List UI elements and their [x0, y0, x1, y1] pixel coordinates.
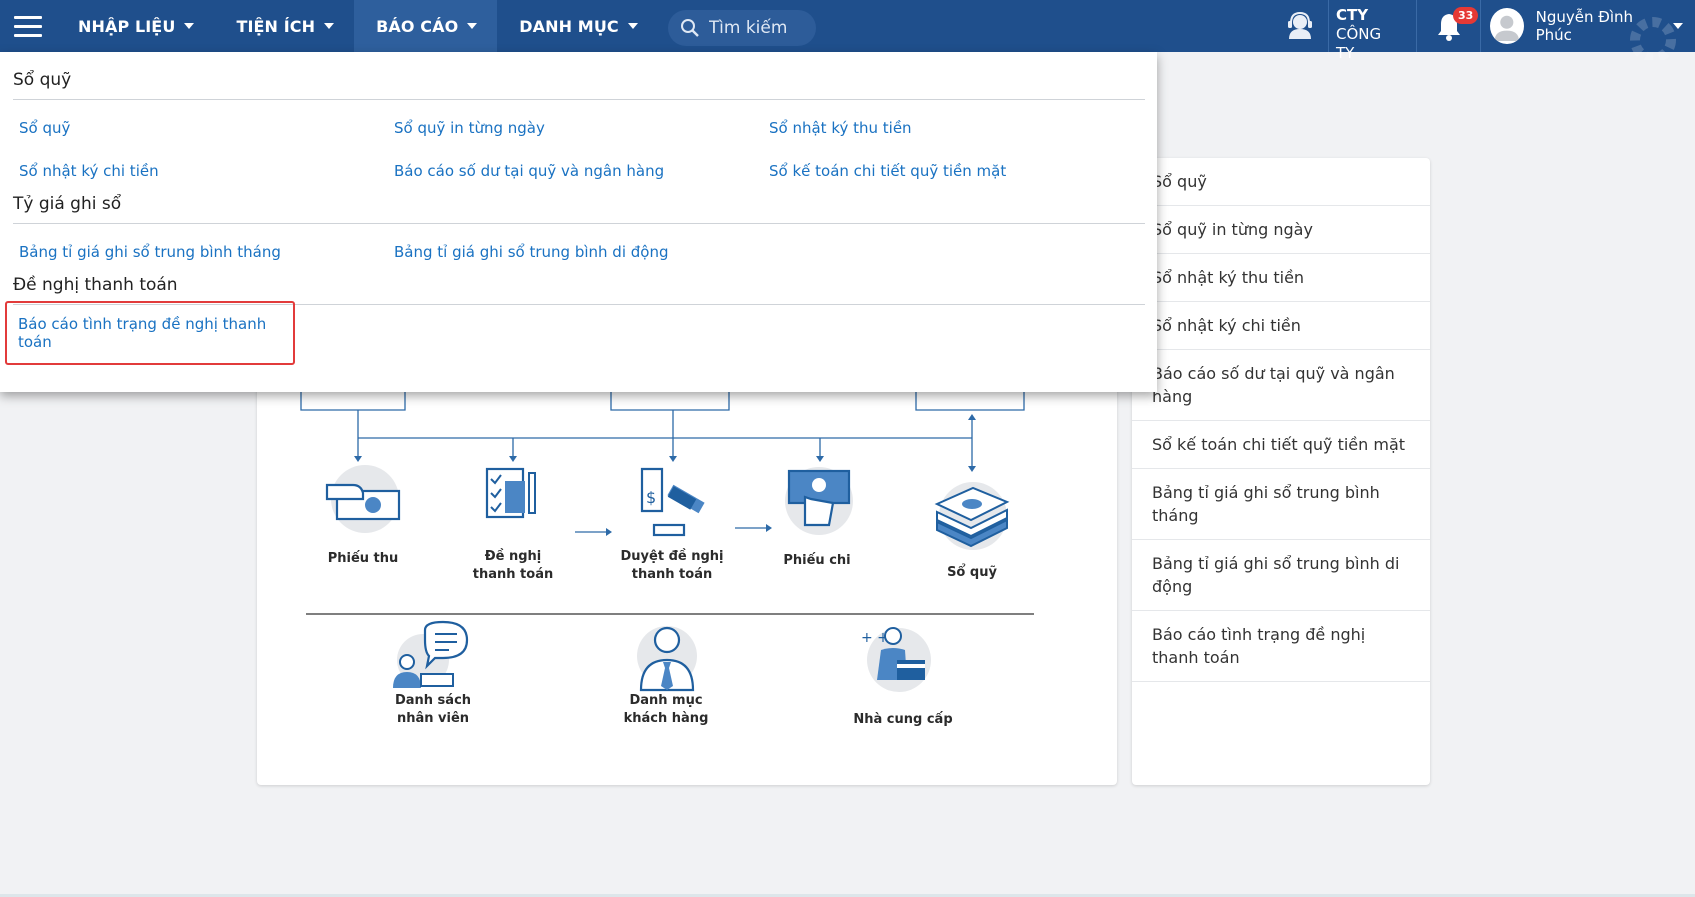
support-icon	[1288, 11, 1312, 39]
side-item[interactable]: Sổ kế toán chi tiết quỹ tiền mặt	[1132, 421, 1430, 469]
user-avatar-icon	[1490, 8, 1524, 44]
danh-muc-khach-hang-icon[interactable]	[635, 620, 699, 696]
phieu-thu-icon[interactable]	[323, 463, 407, 539]
menu-danh-muc[interactable]: DANH MỤC	[497, 0, 657, 52]
report-link[interactable]: Sổ nhật ký thu tiền	[763, 119, 1138, 137]
company-switcher[interactable]: CTY CÔNG TY	[1328, 0, 1417, 62]
gear-icon	[1630, 17, 1676, 60]
section-title: Sổ quỹ	[13, 70, 72, 90]
step-label: Duyệt đề nghị thanh toán	[620, 549, 724, 582]
step-label: Sổ quỹ	[947, 565, 997, 580]
report-list-card: Sổ quỹ Sổ quỹ in từng ngày Sổ nhật ký th…	[1132, 158, 1430, 785]
phieu-chi-icon[interactable]	[781, 463, 857, 543]
report-link[interactable]: Sổ quỹ	[13, 119, 388, 137]
step-label: Phiếu thu	[327, 551, 399, 566]
report-link[interactable]: Bảng tỉ giá ghi sổ trung bình di động	[388, 243, 763, 261]
duyet-de-nghi-icon[interactable]: $	[632, 463, 718, 547]
company-code: CTY	[1336, 6, 1369, 24]
user-menu[interactable]: Nguyễn Đình Phúc	[1481, 0, 1695, 60]
side-item[interactable]: Sổ quỹ in từng ngày	[1132, 206, 1430, 254]
notification-badge: 33	[1453, 7, 1479, 24]
menu-label: BÁO CÁO	[376, 16, 459, 36]
hamburger-menu-icon[interactable]	[0, 0, 56, 52]
report-link[interactable]: Sổ quỹ in từng ngày	[388, 119, 763, 137]
top-navbar: NHẬP LIỆU TIỆN ÍCH BÁO CÁO DANH MỤC CTY …	[0, 0, 1695, 62]
search-box[interactable]	[667, 10, 816, 46]
de-nghi-thanh-toan-icon[interactable]	[479, 463, 549, 539]
search-icon	[680, 19, 699, 37]
menu-bao-cao[interactable]: BÁO CÁO	[354, 0, 498, 52]
notification-button[interactable]: 33	[1417, 0, 1481, 52]
caret-down-icon	[324, 23, 335, 29]
side-item[interactable]: Sổ quỹ	[1132, 158, 1430, 206]
menu-label: TIỆN ÍCH	[236, 16, 316, 36]
company-name: CÔNG TY	[1336, 25, 1382, 62]
category-label: Nhà cung cấp	[853, 712, 953, 727]
svg-text:$: $	[646, 488, 656, 507]
side-item[interactable]: Bảng tỉ giá ghi sổ trung bình di động	[1132, 540, 1430, 611]
menu-label: DANH MỤC	[519, 16, 619, 36]
caret-down-icon	[627, 23, 638, 29]
category-label: Danh sách nhân viên	[394, 693, 472, 726]
section-title: Tỷ giá ghi sổ	[13, 194, 122, 214]
report-link[interactable]: Sổ nhật ký chi tiền	[13, 162, 388, 180]
menu-tien-ich[interactable]: TIỆN ÍCH	[214, 0, 354, 52]
menu-label: NHẬP LIỆU	[78, 16, 176, 36]
report-link[interactable]: Báo cáo số dư tại quỹ và ngân hàng	[388, 162, 763, 180]
support-button[interactable]	[1272, 0, 1328, 52]
side-item[interactable]: Bảng tỉ giá ghi sổ trung bình tháng	[1132, 469, 1430, 540]
danh-sach-nhan-vien-icon[interactable]	[391, 620, 475, 694]
menu-nhap-lieu[interactable]: NHẬP LIỆU	[56, 0, 214, 52]
so-quy-icon[interactable]	[929, 476, 1015, 556]
step-label: Đề nghị thanh toán	[472, 549, 554, 582]
side-item[interactable]: Sổ nhật ký thu tiền	[1132, 254, 1430, 302]
bao-cao-dropdown: Sổ quỹ Sổ quỹ Sổ quỹ in từng ngày Sổ nhậ…	[0, 52, 1157, 392]
side-item[interactable]: Sổ nhật ký chi tiền	[1132, 302, 1430, 350]
nha-cung-cap-icon[interactable]: + +	[859, 620, 939, 702]
section-title: Đề nghị thanh toán	[13, 275, 178, 295]
side-item[interactable]: Báo cáo tình trạng đề nghị thanh toán	[1132, 611, 1430, 682]
search-input[interactable]	[708, 18, 809, 38]
step-label: Phiếu chi	[783, 553, 851, 568]
caret-down-icon	[467, 23, 478, 29]
report-link-highlighted[interactable]: Báo cáo tình trạng đề nghị thanh toán	[5, 300, 295, 365]
report-link[interactable]: Bảng tỉ giá ghi sổ trung bình tháng	[13, 243, 388, 261]
side-item[interactable]: Báo cáo số dư tại quỹ và ngân hàng	[1132, 350, 1430, 421]
caret-down-icon	[184, 23, 195, 29]
category-label: Danh mục khách hàng	[623, 693, 709, 726]
report-link[interactable]: Sổ kế toán chi tiết quỹ tiền mặt	[763, 162, 1138, 180]
